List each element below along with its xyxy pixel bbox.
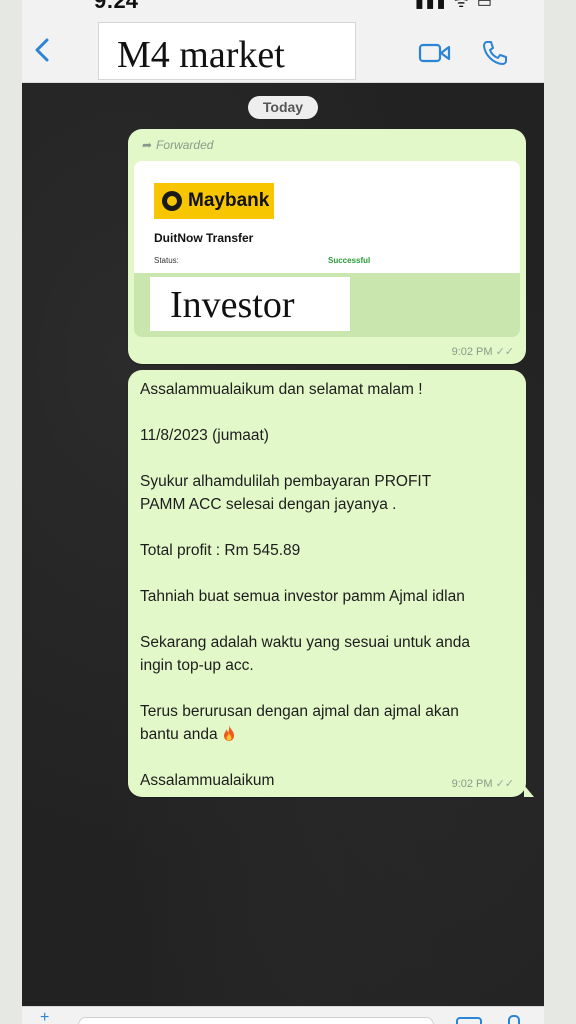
microphone-icon[interactable] xyxy=(508,1015,520,1024)
maybank-logo: Maybank xyxy=(154,183,274,219)
forwarded-row: ➦ Forwarded xyxy=(142,138,213,152)
read-ticks-icon: ✓✓ xyxy=(495,778,514,790)
message-paragraph: 11/8/2023 (jumaat) xyxy=(140,427,269,444)
message-input[interactable] xyxy=(78,1017,434,1024)
message-bubble-forwarded[interactable]: ➦ Forwarded Maybank DuitNow Transfer Stat… xyxy=(128,129,526,364)
chat-header: M4 market xyxy=(22,14,544,83)
right-margin xyxy=(544,0,576,1024)
receipt-status-value: Successful xyxy=(328,256,371,265)
read-ticks-icon: ✓✓ xyxy=(495,346,514,358)
message-paragraph: Total profit : Rm 545.89 xyxy=(140,542,301,559)
phone-screen: 9:24 ▮▮▮ ᯤ ▭ M4 market Today ➦Forwarded xyxy=(22,0,544,1024)
forwarded-label: Forwarded xyxy=(156,138,214,152)
chevron-left-icon[interactable] xyxy=(32,36,54,64)
phone-icon[interactable] xyxy=(480,38,510,68)
video-camera-icon[interactable] xyxy=(418,42,452,64)
forward-arrow-icon: ➦ xyxy=(142,138,153,152)
message-paragraph-text: Terus berurusan dengan ajmal dan ajmal a… xyxy=(140,703,459,743)
chat-area[interactable]: Today ➦ Forwarded Maybank DuitNow Transfe… xyxy=(22,83,544,1006)
status-time: 9:24 xyxy=(94,0,139,13)
status-icons: ▮▮▮ ᯤ ▭ xyxy=(414,0,494,11)
message-paragraph: Tahniah buat semua investor pamm Ajmal i… xyxy=(140,588,465,605)
receipt-image[interactable]: Maybank DuitNow Transfer Status: Success… xyxy=(134,161,520,273)
message-body: Assalammualaikum dan selamat malam ! 11/… xyxy=(140,378,520,792)
contact-name-box[interactable]: M4 market xyxy=(98,22,356,80)
message-time: 9:02 PM xyxy=(451,778,493,790)
message-meta: 9:02 PM ✓✓ xyxy=(452,777,514,790)
plus-icon[interactable]: + xyxy=(40,1010,49,1024)
fire-icon xyxy=(223,725,234,741)
message-paragraph: Sekarang adalah waktu yang sesuai untuk … xyxy=(140,634,471,674)
investor-overlay-label: Investor xyxy=(170,284,295,326)
message-paragraph: Assalammualaikum dan selamat malam ! xyxy=(140,381,423,398)
status-bar: 9:24 ▮▮▮ ᯤ ▭ xyxy=(22,0,544,14)
contact-name: M4 market xyxy=(117,34,285,76)
receipt-status-label: Status: xyxy=(154,256,179,265)
receipt-title: DuitNow Transfer xyxy=(154,231,254,245)
maybank-logo-text: Maybank xyxy=(188,190,270,211)
investor-overlay-box: Investor xyxy=(150,277,350,331)
composer-bar: + xyxy=(22,1006,544,1024)
message-paragraph: Syukur alhamdulilah pembayaran PROFIT PA… xyxy=(140,473,432,513)
message-time: 9:02 PM xyxy=(451,346,493,358)
camera-icon[interactable] xyxy=(456,1017,482,1024)
date-chip: Today xyxy=(248,96,318,119)
message-paragraph-with-emoji: Terus berurusan dengan ajmal dan ajmal a… xyxy=(140,700,520,746)
message-bubble-text[interactable]: Assalammualaikum dan selamat malam ! 11/… xyxy=(128,370,534,797)
maybank-tiger-icon xyxy=(162,191,182,211)
left-margin xyxy=(0,0,22,1024)
message-meta: 9:02 PM ✓✓ xyxy=(452,345,514,358)
